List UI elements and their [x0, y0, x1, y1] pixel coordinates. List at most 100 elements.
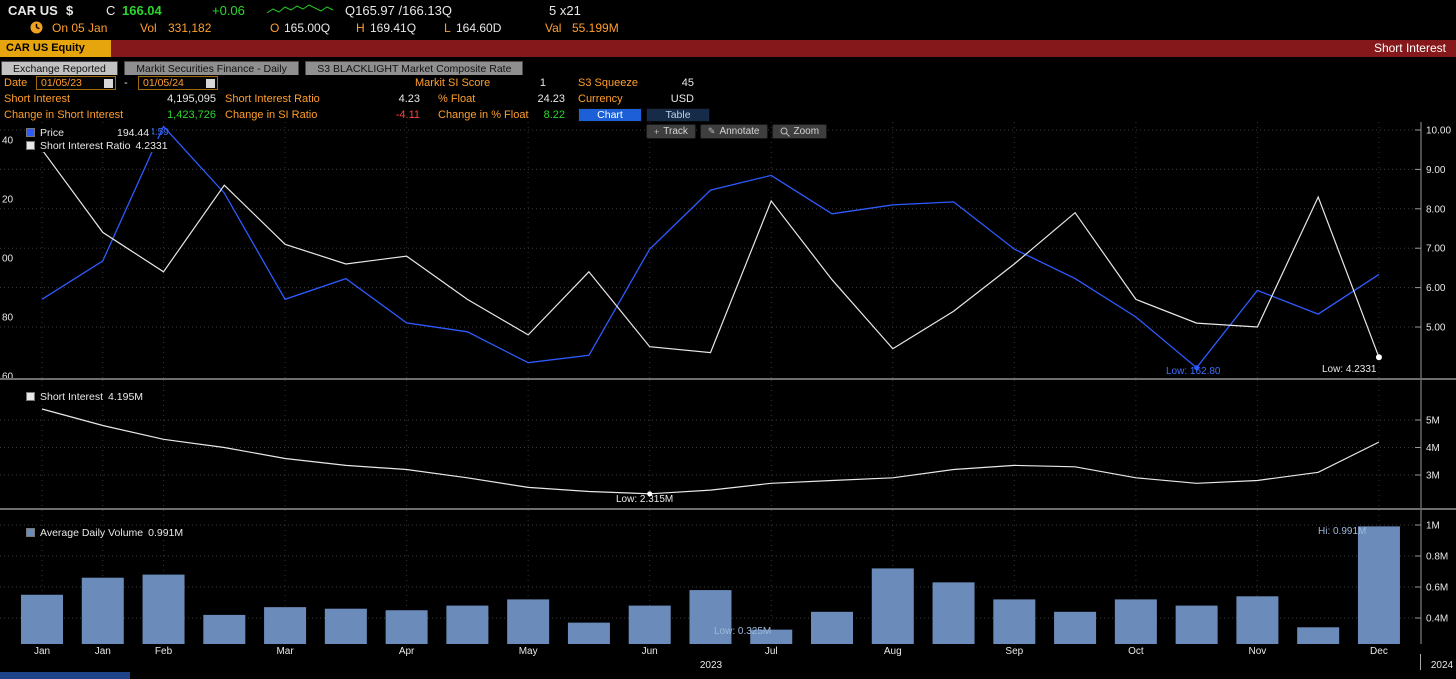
si-ratio-value: 4.23 [398, 93, 420, 105]
track-label: Track [663, 126, 688, 137]
volume-panel[interactable]: 1M 0.8M 0.6M 0.4M Hi: 0.991M Low: 0.325M Aver… [0, 510, 1456, 644]
date-to-field[interactable]: 01/05/24 [138, 76, 218, 90]
right-axis-tick-label: 8.00 [1426, 204, 1446, 215]
volume-value: 331,182 [168, 21, 212, 35]
date-to-picker-icon[interactable] [206, 78, 215, 88]
s3-squeeze-label: S3 Squeeze [578, 77, 638, 89]
right-axis-tick-label: 5M [1426, 416, 1440, 427]
security-name[interactable]: CAR US Equity [0, 40, 111, 57]
short-interest-chart[interactable]: 5M 4M 3M Low: 2.315M [0, 380, 1456, 508]
volume-chart[interactable]: 1M 0.8M 0.6M 0.4M Hi: 0.991M Low: 0.325M [0, 510, 1456, 644]
low-value: 164.60D [456, 21, 502, 35]
x-axis-month-label: Feb [154, 646, 173, 657]
si-ratio-line [41, 149, 1380, 358]
date-from-field[interactable]: 01/05/23 [36, 76, 116, 90]
zoom-icon [780, 127, 790, 137]
volume-bar [811, 611, 854, 644]
page-title: Short Interest [1373, 41, 1446, 55]
x-axis-month-label: Oct [1128, 646, 1144, 657]
price-si-ratio-panel[interactable]: High: 244.59402000806010.009.008.007.006… [0, 122, 1456, 378]
change-si-label: Change in Short Interest [4, 109, 124, 121]
chart-annotation: Low: 0.325M [714, 626, 771, 637]
val-label: Val [545, 21, 562, 35]
source-tabs: Exchange Reported Markit Securities Fina… [0, 57, 1456, 77]
price-legend[interactable]: Price 194.44 [26, 126, 153, 139]
bid-ask-size: 5 x21 [549, 3, 581, 18]
volume-legend-value: 0.991M [148, 526, 184, 539]
volume-bar [1297, 627, 1340, 644]
quote-header: CAR US $ C 166.04 +0.06 Q165.97 /166.13Q… [0, 0, 1456, 40]
annotate-icon: ✎ [707, 126, 716, 136]
ticker-symbol: CAR US [8, 3, 58, 18]
markit-si-score-label: Markit SI Score [415, 77, 491, 89]
chart-toolbar: + Track ✎ Annotate Zoom [646, 124, 828, 139]
volume-swatch [26, 528, 35, 537]
last-price: 166.04 [122, 3, 162, 18]
zoom-button[interactable]: Zoom [771, 124, 828, 139]
chart-annotation: Hi: 0.991M [1318, 526, 1366, 537]
volume-bar [1175, 605, 1218, 644]
si-ratio-swatch [26, 141, 35, 150]
x-axis-month-label: Mar [276, 646, 294, 657]
change-si-value: 1,423,726 [167, 109, 216, 121]
track-icon: + [654, 126, 660, 137]
right-axis-tick-label: 10.00 [1426, 126, 1451, 137]
pct-float-value: 24.23 [537, 93, 565, 105]
currency-symbol: $ [66, 3, 74, 18]
price-change: +0.06 [212, 3, 245, 18]
volume-bar [1357, 526, 1400, 644]
left-axis-tick-label: 20 [2, 195, 14, 206]
si-ratio-label: Short Interest Ratio [225, 93, 320, 105]
last-trade-label: C [106, 3, 116, 18]
open-value: 165.00Q [284, 21, 331, 35]
volume-bar [142, 574, 185, 644]
right-axis-tick-label: 0.8M [1426, 552, 1448, 563]
bottom-edge-fragment [0, 672, 130, 679]
zoom-label: Zoom [793, 126, 820, 137]
price-low-marker [1194, 365, 1200, 371]
price-line [41, 125, 1380, 369]
right-axis-tick-label: 5.00 [1426, 323, 1446, 334]
high-value: 169.41Q [370, 21, 417, 35]
right-axis-tick-label: 0.4M [1426, 614, 1448, 625]
intraday-sparkline [266, 4, 334, 14]
markit-si-score-value: 1 [539, 77, 546, 89]
volume-legend[interactable]: Average Daily Volume 0.991M [26, 526, 187, 539]
right-axis-tick-label: 7.00 [1426, 244, 1446, 255]
volume-bar [21, 594, 63, 644]
price-legend-value: 194.44 [117, 126, 150, 139]
chart-annotation: Low: 4.2331 [1322, 364, 1377, 375]
date-label: Date [4, 77, 28, 89]
chart-view-button[interactable]: Chart [578, 108, 642, 122]
table-view-button[interactable]: Table [646, 108, 710, 122]
date-to-value[interactable]: 01/05/24 [143, 77, 184, 89]
annotate-button[interactable]: ✎ Annotate [699, 124, 768, 139]
left-axis-tick-label: 40 [2, 136, 14, 147]
volume-bar [1054, 611, 1097, 644]
annotate-label: Annotate [719, 126, 760, 137]
short-interest-panel[interactable]: 5M 4M 3M Low: 2.315M Short Interest 4.195M [0, 380, 1456, 508]
short-interest-legend[interactable]: Short Interest 4.195M [26, 390, 147, 403]
si-ratio-legend-label: Short Interest Ratio [40, 139, 131, 152]
volume-bar [567, 622, 610, 644]
volume-bar [1236, 596, 1279, 644]
volume-bar [871, 568, 914, 644]
date-from-value[interactable]: 01/05/23 [41, 77, 82, 89]
track-button[interactable]: + Track [646, 124, 696, 139]
left-axis-tick-label: 80 [2, 313, 14, 324]
price-swatch [26, 128, 35, 137]
x-axis-month-label: Sep [1005, 646, 1024, 657]
price-legend-label: Price [40, 126, 64, 139]
s3-squeeze-value: 45 [681, 77, 694, 89]
volume-bar [203, 614, 246, 644]
si-ratio-legend[interactable]: Short Interest Ratio 4.2331 [26, 139, 171, 152]
currency-label: Currency [578, 93, 623, 105]
right-axis-tick-label: 3M [1426, 471, 1440, 482]
x-axis-month-label: Jan [33, 646, 51, 657]
date-from-picker-icon[interactable] [104, 78, 113, 88]
right-axis-tick-label: 9.00 [1426, 165, 1446, 176]
left-axis-tick-label: 00 [2, 254, 14, 265]
chart-region: High: 244.59402000806010.009.008.007.006… [0, 122, 1456, 679]
volume-bar [993, 599, 1036, 644]
price-si-ratio-chart[interactable]: High: 244.59402000806010.009.008.007.006… [0, 122, 1456, 378]
